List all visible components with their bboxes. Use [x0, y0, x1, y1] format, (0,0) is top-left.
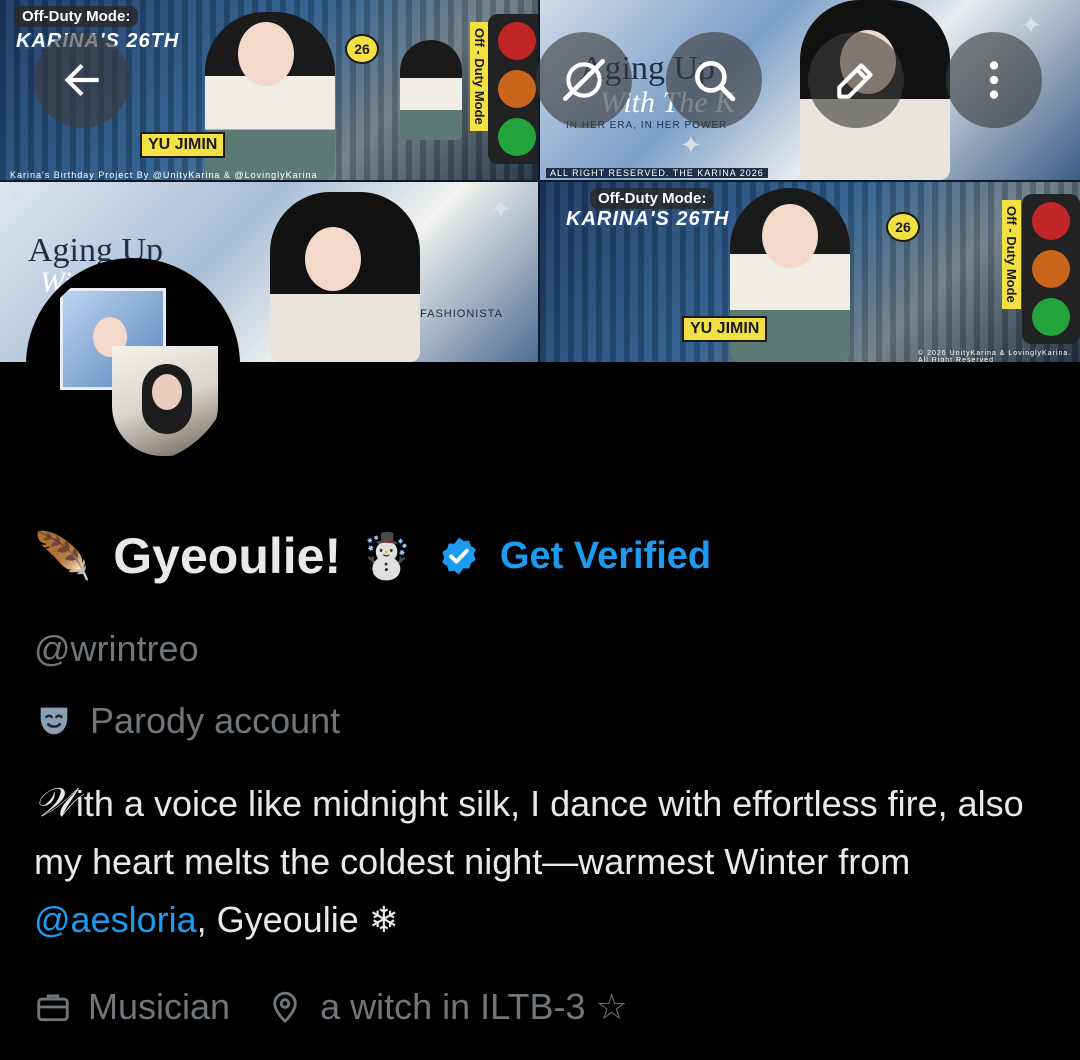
profile-meta-row: Musician a witch in ILTB-3 ☆ [34, 986, 664, 1028]
back-button[interactable] [34, 32, 130, 128]
edit-button[interactable] [808, 32, 904, 128]
bio-text-part2: , Gyeoulie ❄ [196, 899, 399, 940]
location-pin-icon [273, 991, 297, 1024]
banner-side-label: Off - Duty Mode [470, 22, 489, 131]
category-text: Musician [88, 986, 231, 1027]
banner-age-badge: 26 [345, 34, 379, 64]
grok-button[interactable] [536, 32, 632, 128]
search-icon [695, 61, 736, 102]
bio-text-part1: ith a voice like midnight silk, I dance … [34, 783, 1024, 882]
profile-handle: @wrintreo [34, 628, 199, 669]
profile-avatar[interactable] [26, 258, 240, 472]
bio-mention-link[interactable]: @aesloria [34, 899, 197, 940]
more-vertical-icon [989, 61, 999, 99]
verified-badge-icon[interactable] [438, 535, 480, 577]
profile-category: Musician [34, 986, 230, 1028]
pencil-icon [837, 63, 873, 99]
briefcase-icon [37, 994, 69, 1022]
banner-offduty-title: Off-Duty Mode: [14, 6, 139, 27]
avatar-photo-image [112, 346, 218, 456]
profile-bio: 𝒲ith a voice like midnight silk, I dance… [34, 774, 1064, 949]
profile-name-row: 🪶 Gyeoulie! ☃️ Get Verified [34, 520, 711, 592]
grok-slash-circle-icon [562, 58, 606, 102]
parody-account-label[interactable]: Parody account [34, 700, 340, 742]
location-text: a witch in ILTB-3 ☆ [320, 986, 628, 1027]
search-button[interactable] [666, 32, 762, 128]
banner-name-tag: YU JIMIN [140, 132, 226, 158]
arrow-left-icon [64, 63, 99, 97]
bio-decorative-initial: 𝒲 [34, 780, 76, 825]
feather-emoji: 🪶 [34, 529, 92, 582]
parody-account-text: Parody account [90, 700, 341, 741]
snowman-emoji: ☃️ [359, 532, 414, 581]
display-name: Gyeoulie! [113, 528, 342, 584]
theater-mask-icon [40, 707, 68, 735]
get-verified-link[interactable]: Get Verified [500, 535, 711, 578]
profile-location: a witch in ILTB-3 ☆ [266, 986, 628, 1028]
traffic-light-image [488, 14, 538, 164]
banner-panel-street-chic-2: Off-Duty Mode: KARINA'S 26TH YU JIMIN 26… [540, 182, 1080, 362]
more-button[interactable] [946, 32, 1042, 128]
